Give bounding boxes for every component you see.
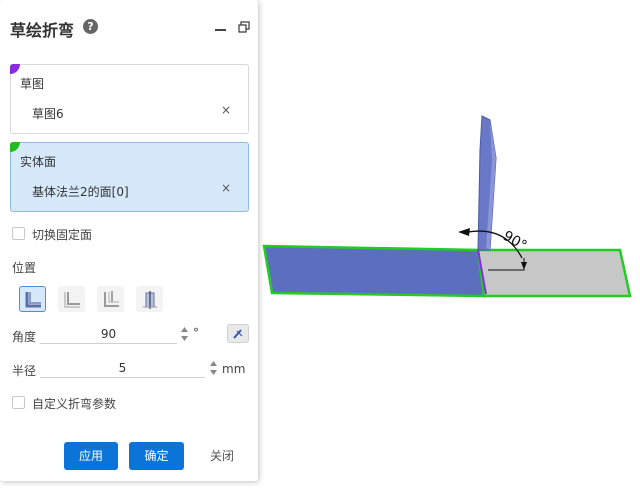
radius-input[interactable] bbox=[40, 358, 205, 378]
flip-direction-icon bbox=[233, 329, 243, 339]
bend-outside-button[interactable] bbox=[58, 286, 85, 312]
bend-middle-icon bbox=[143, 291, 157, 309]
radius-spinner[interactable] bbox=[209, 359, 218, 377]
radius-unit: mm bbox=[222, 362, 246, 376]
angle-unit: ° bbox=[193, 326, 199, 340]
angle-spinner[interactable] bbox=[180, 325, 189, 343]
minimize-icon[interactable] bbox=[215, 29, 226, 31]
fixed-plate[interactable] bbox=[476, 248, 632, 298]
sketch-bend-panel: 草绘折弯 ? 草图 草图6 × 实体面 基体法兰2的面[0] × 切换固定面 位… bbox=[0, 0, 258, 481]
position-label: 位置 bbox=[12, 261, 37, 275]
custom-bend-params-label: 自定义折弯参数 bbox=[32, 397, 117, 411]
face-label: 实体面 bbox=[20, 155, 57, 169]
ok-button[interactable]: 确定 bbox=[129, 442, 184, 470]
bend-centerline-button[interactable] bbox=[97, 286, 124, 312]
flip-direction-button[interactable] bbox=[227, 324, 249, 343]
face-selection-box[interactable]: 实体面 基体法兰2的面[0] × bbox=[10, 142, 249, 212]
model-viewport[interactable] bbox=[260, 100, 640, 320]
sketch-color-marker bbox=[10, 64, 20, 74]
switch-fixed-face-label: 切换固定面 bbox=[32, 228, 93, 242]
switch-fixed-face-checkbox[interactable] bbox=[12, 227, 25, 240]
bend-inside-icon bbox=[25, 292, 41, 308]
close-button[interactable]: 关闭 bbox=[196, 442, 248, 470]
face-value: 基体法兰2的面[0] bbox=[32, 185, 129, 199]
sketch-remove-icon[interactable]: × bbox=[220, 103, 232, 117]
restore-icon[interactable] bbox=[238, 21, 250, 33]
sketch-selection-box[interactable]: 草图 草图6 × bbox=[10, 64, 249, 134]
help-icon[interactable]: ? bbox=[83, 19, 98, 34]
angle-arrow-icon bbox=[458, 228, 470, 236]
bend-centerline-icon bbox=[104, 291, 119, 307]
sketch-value: 草图6 bbox=[32, 107, 64, 121]
face-remove-icon[interactable]: × bbox=[220, 181, 232, 195]
bend-outside-icon bbox=[64, 292, 80, 308]
panel-title: 草绘折弯 bbox=[10, 21, 75, 40]
custom-bend-params-checkbox[interactable] bbox=[12, 396, 25, 409]
bend-middle-button[interactable] bbox=[136, 286, 163, 312]
bend-inside-button[interactable] bbox=[19, 286, 46, 312]
face-color-marker bbox=[10, 142, 20, 152]
panel-header: 草绘折弯 ? bbox=[10, 14, 250, 42]
apply-button[interactable]: 应用 bbox=[64, 442, 118, 470]
sketch-label: 草图 bbox=[20, 77, 45, 91]
angle-input[interactable] bbox=[40, 324, 177, 344]
selected-flange-face[interactable] bbox=[262, 244, 486, 298]
angle-label: 角度 bbox=[12, 330, 37, 344]
radius-label: 半径 bbox=[12, 364, 37, 378]
